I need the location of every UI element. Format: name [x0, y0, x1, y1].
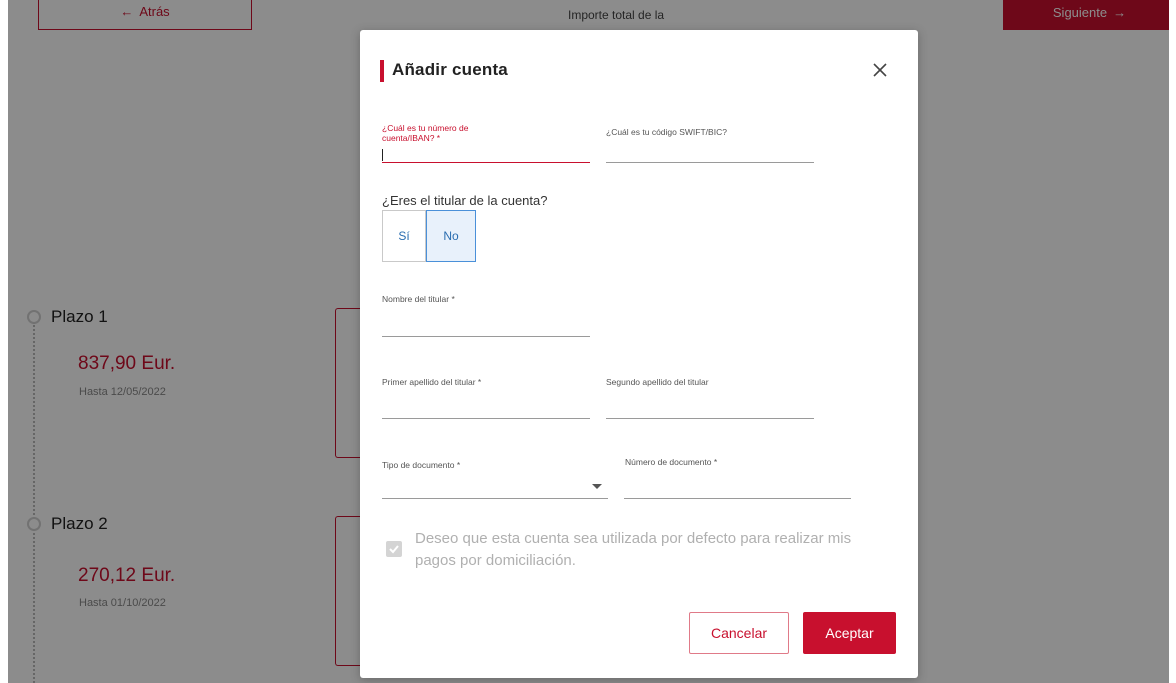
- cancel-button[interactable]: Cancelar: [689, 612, 789, 654]
- doc-type-select[interactable]: [382, 498, 608, 499]
- holder-yes-label: Sí: [398, 229, 410, 243]
- iban-label: ¿Cuál es tu número de cuenta/IBAN? *: [382, 123, 469, 143]
- default-account-text: Deseo que esta cuenta sea utilizada por …: [415, 530, 852, 569]
- first-surname-input[interactable]: [382, 418, 590, 419]
- default-account-checkbox[interactable]: [386, 541, 402, 557]
- holder-no-label: No: [443, 229, 459, 243]
- close-icon: [873, 63, 887, 77]
- accept-button[interactable]: Aceptar: [803, 612, 896, 654]
- holder-name-input[interactable]: [382, 336, 590, 337]
- left-edge: [0, 0, 8, 683]
- holder-name-label: Nombre del titular *: [382, 294, 455, 304]
- doc-number-label: Número de documento *: [625, 457, 718, 467]
- swift-label: ¿Cuál es tu código SWIFT/BIC?: [606, 127, 727, 137]
- close-button[interactable]: [868, 58, 892, 82]
- doc-number-input[interactable]: [624, 498, 851, 499]
- holder-no-option[interactable]: No: [426, 210, 476, 262]
- chevron-down-icon[interactable]: [592, 484, 602, 489]
- second-surname-label: Segundo apellido del titular: [606, 377, 709, 387]
- right-edge: [1169, 0, 1176, 683]
- iban-input[interactable]: [382, 162, 590, 163]
- title-accent-bar: [380, 60, 384, 82]
- holder-question: ¿Eres el titular de la cuenta?: [382, 193, 548, 208]
- add-account-dialog: Añadir cuenta ¿Cuál es tu número de cuen…: [360, 30, 918, 678]
- dialog-title: Añadir cuenta: [392, 60, 508, 79]
- check-icon: [389, 545, 399, 554]
- swift-input[interactable]: [606, 162, 814, 163]
- second-surname-input[interactable]: [606, 418, 814, 419]
- doc-type-label: Tipo de documento *: [382, 460, 461, 470]
- holder-yes-option[interactable]: Sí: [382, 210, 426, 262]
- first-surname-label: Primer apellido del titular *: [382, 377, 482, 387]
- text-cursor: [382, 149, 383, 161]
